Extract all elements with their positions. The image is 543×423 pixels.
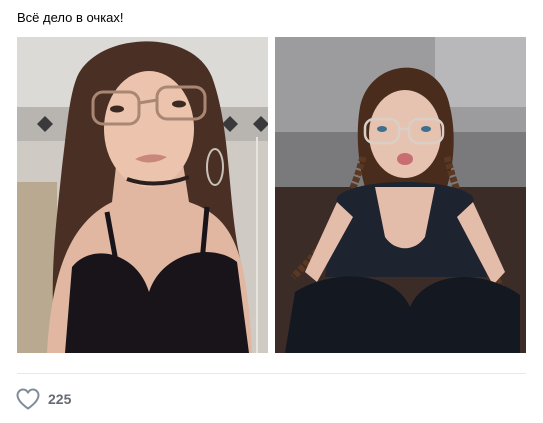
post-text: Всё дело в очках! [17, 10, 124, 25]
post-divider [17, 373, 526, 374]
photo-sitting-braids-image [275, 37, 526, 353]
heart-icon [16, 388, 40, 410]
post-photo-2[interactable] [275, 37, 526, 353]
like-button[interactable]: 225 [15, 386, 71, 412]
like-count: 225 [48, 391, 72, 407]
post-photo-1[interactable] [17, 37, 268, 353]
wall-post: Всё дело в очках! 225 [0, 0, 543, 423]
photo-selfie-image [17, 37, 268, 353]
